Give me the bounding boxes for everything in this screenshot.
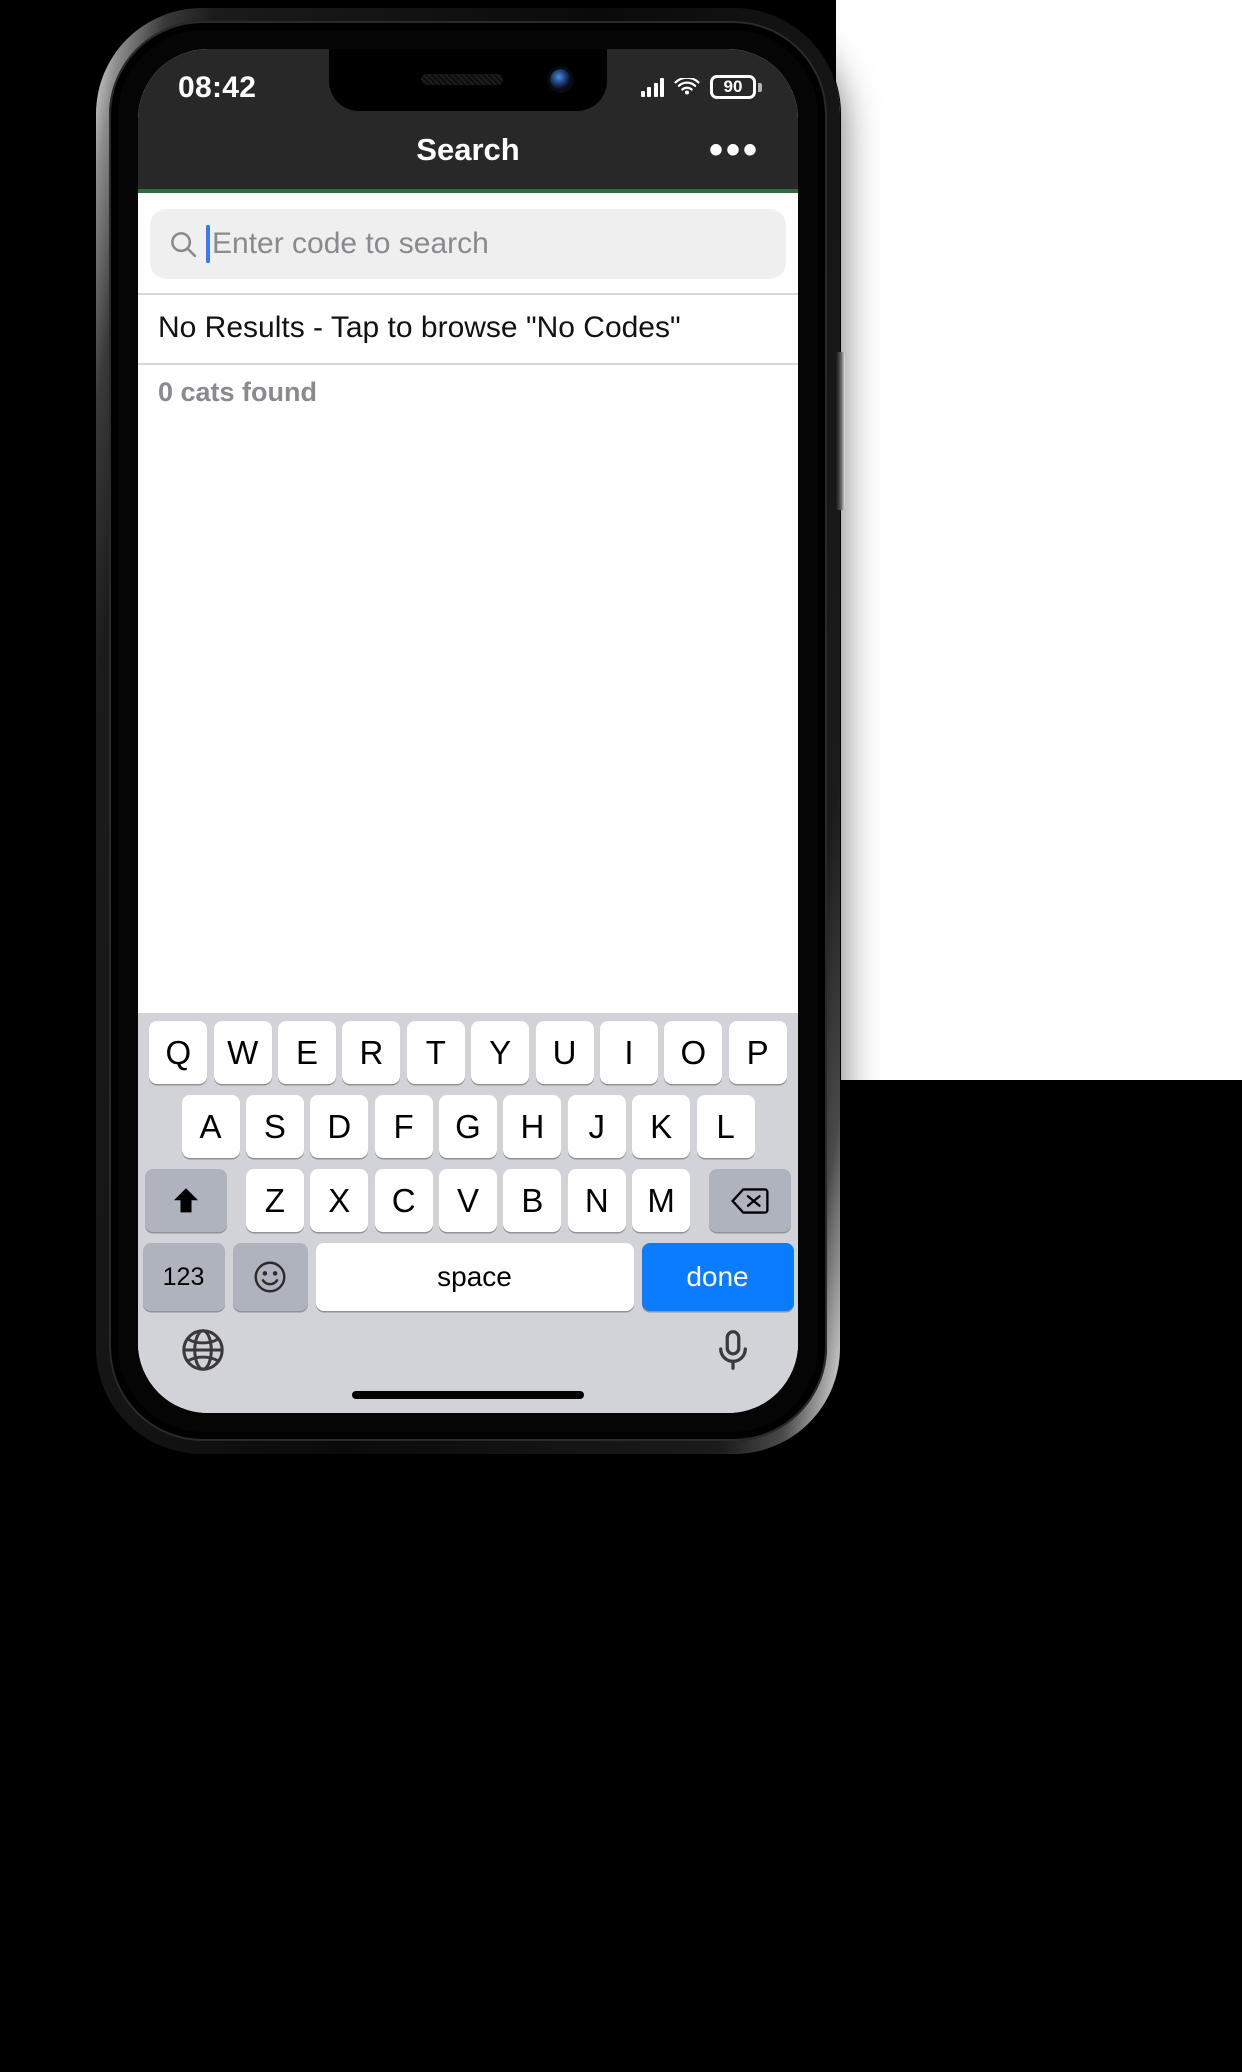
background-white-panel [836, 0, 1242, 1080]
battery-cap [758, 82, 762, 92]
space-key[interactable]: space [315, 1243, 634, 1311]
key-c[interactable]: C [374, 1169, 433, 1232]
search-placeholder: Enter code to search [212, 227, 489, 260]
battery-level: 90 [710, 75, 756, 99]
key-m[interactable]: M [632, 1169, 691, 1232]
key-l[interactable]: L [696, 1095, 755, 1158]
key-w[interactable]: W [213, 1021, 272, 1084]
wifi-icon [674, 76, 700, 97]
search-icon [168, 229, 198, 259]
battery-icon: 90 [710, 75, 762, 99]
status-indicators: 90 [640, 75, 762, 99]
nav-divider [138, 189, 798, 193]
emoji-smiley-icon[interactable] [232, 1243, 308, 1311]
earpiece-speaker [421, 74, 503, 85]
key-d[interactable]: D [310, 1095, 369, 1158]
key-b[interactable]: B [503, 1169, 562, 1232]
backspace-icon[interactable] [709, 1169, 792, 1232]
onscreen-keyboard: Q W E R T Y U I O P A S D F G H J K L Z … [138, 1013, 798, 1413]
key-v[interactable]: V [439, 1169, 497, 1232]
keyboard-row-4: 123 space done [138, 1243, 798, 1311]
key-e[interactable]: E [278, 1021, 337, 1084]
microphone-icon[interactable] [710, 1327, 756, 1373]
key-t[interactable]: T [406, 1021, 465, 1084]
text-cursor [206, 225, 210, 263]
keyboard-row-3: Z X C V B N M [138, 1169, 798, 1232]
search-field-container: Enter code to search [138, 193, 798, 293]
cellular-signal-icon [640, 77, 664, 97]
key-r[interactable]: R [342, 1021, 401, 1084]
no-results-label: No Results - Tap to browse "No Codes" [158, 311, 681, 344]
key-j[interactable]: J [567, 1095, 626, 1158]
key-a[interactable]: A [181, 1095, 240, 1158]
result-count-label: 0 cats found [158, 377, 318, 407]
key-p[interactable]: P [728, 1021, 787, 1084]
key-f[interactable]: F [374, 1095, 433, 1158]
key-g[interactable]: G [439, 1095, 497, 1158]
shift-arrow-icon[interactable] [144, 1169, 227, 1232]
keyboard-row-2: A S D F G H J K L [138, 1095, 798, 1158]
key-z[interactable]: Z [245, 1169, 304, 1232]
key-i[interactable]: I [599, 1021, 658, 1084]
key-k[interactable]: K [632, 1095, 691, 1158]
key-u[interactable]: U [535, 1021, 594, 1084]
numeric-key[interactable]: 123 [142, 1243, 225, 1311]
page-title: Search [416, 132, 520, 167]
key-n[interactable]: N [567, 1169, 626, 1232]
key-o[interactable]: O [664, 1021, 723, 1084]
key-q[interactable]: Q [149, 1021, 208, 1084]
globe-icon[interactable] [180, 1327, 226, 1373]
front-camera [550, 69, 571, 90]
power-button[interactable] [835, 352, 845, 510]
phone-screen: 08:42 90 Search ••• Enter code to search… [138, 49, 798, 1413]
keyboard-bottom-bar [138, 1317, 798, 1383]
key-h[interactable]: H [503, 1095, 562, 1158]
home-indicator[interactable] [352, 1391, 584, 1399]
result-count-row: 0 cats found [138, 365, 798, 408]
more-options-button[interactable]: ••• [703, 130, 766, 170]
done-key[interactable]: done [641, 1243, 794, 1311]
device-notch [329, 49, 607, 111]
keyboard-row-1: Q W E R T Y U I O P [138, 1021, 798, 1084]
key-s[interactable]: S [245, 1095, 304, 1158]
key-x[interactable]: X [310, 1169, 369, 1232]
no-results-row[interactable]: No Results - Tap to browse "No Codes" [138, 293, 798, 365]
navigation-bar: Search ••• [138, 111, 798, 189]
key-y[interactable]: Y [471, 1021, 530, 1084]
status-time: 08:42 [178, 71, 257, 104]
search-input[interactable]: Enter code to search [150, 209, 786, 279]
